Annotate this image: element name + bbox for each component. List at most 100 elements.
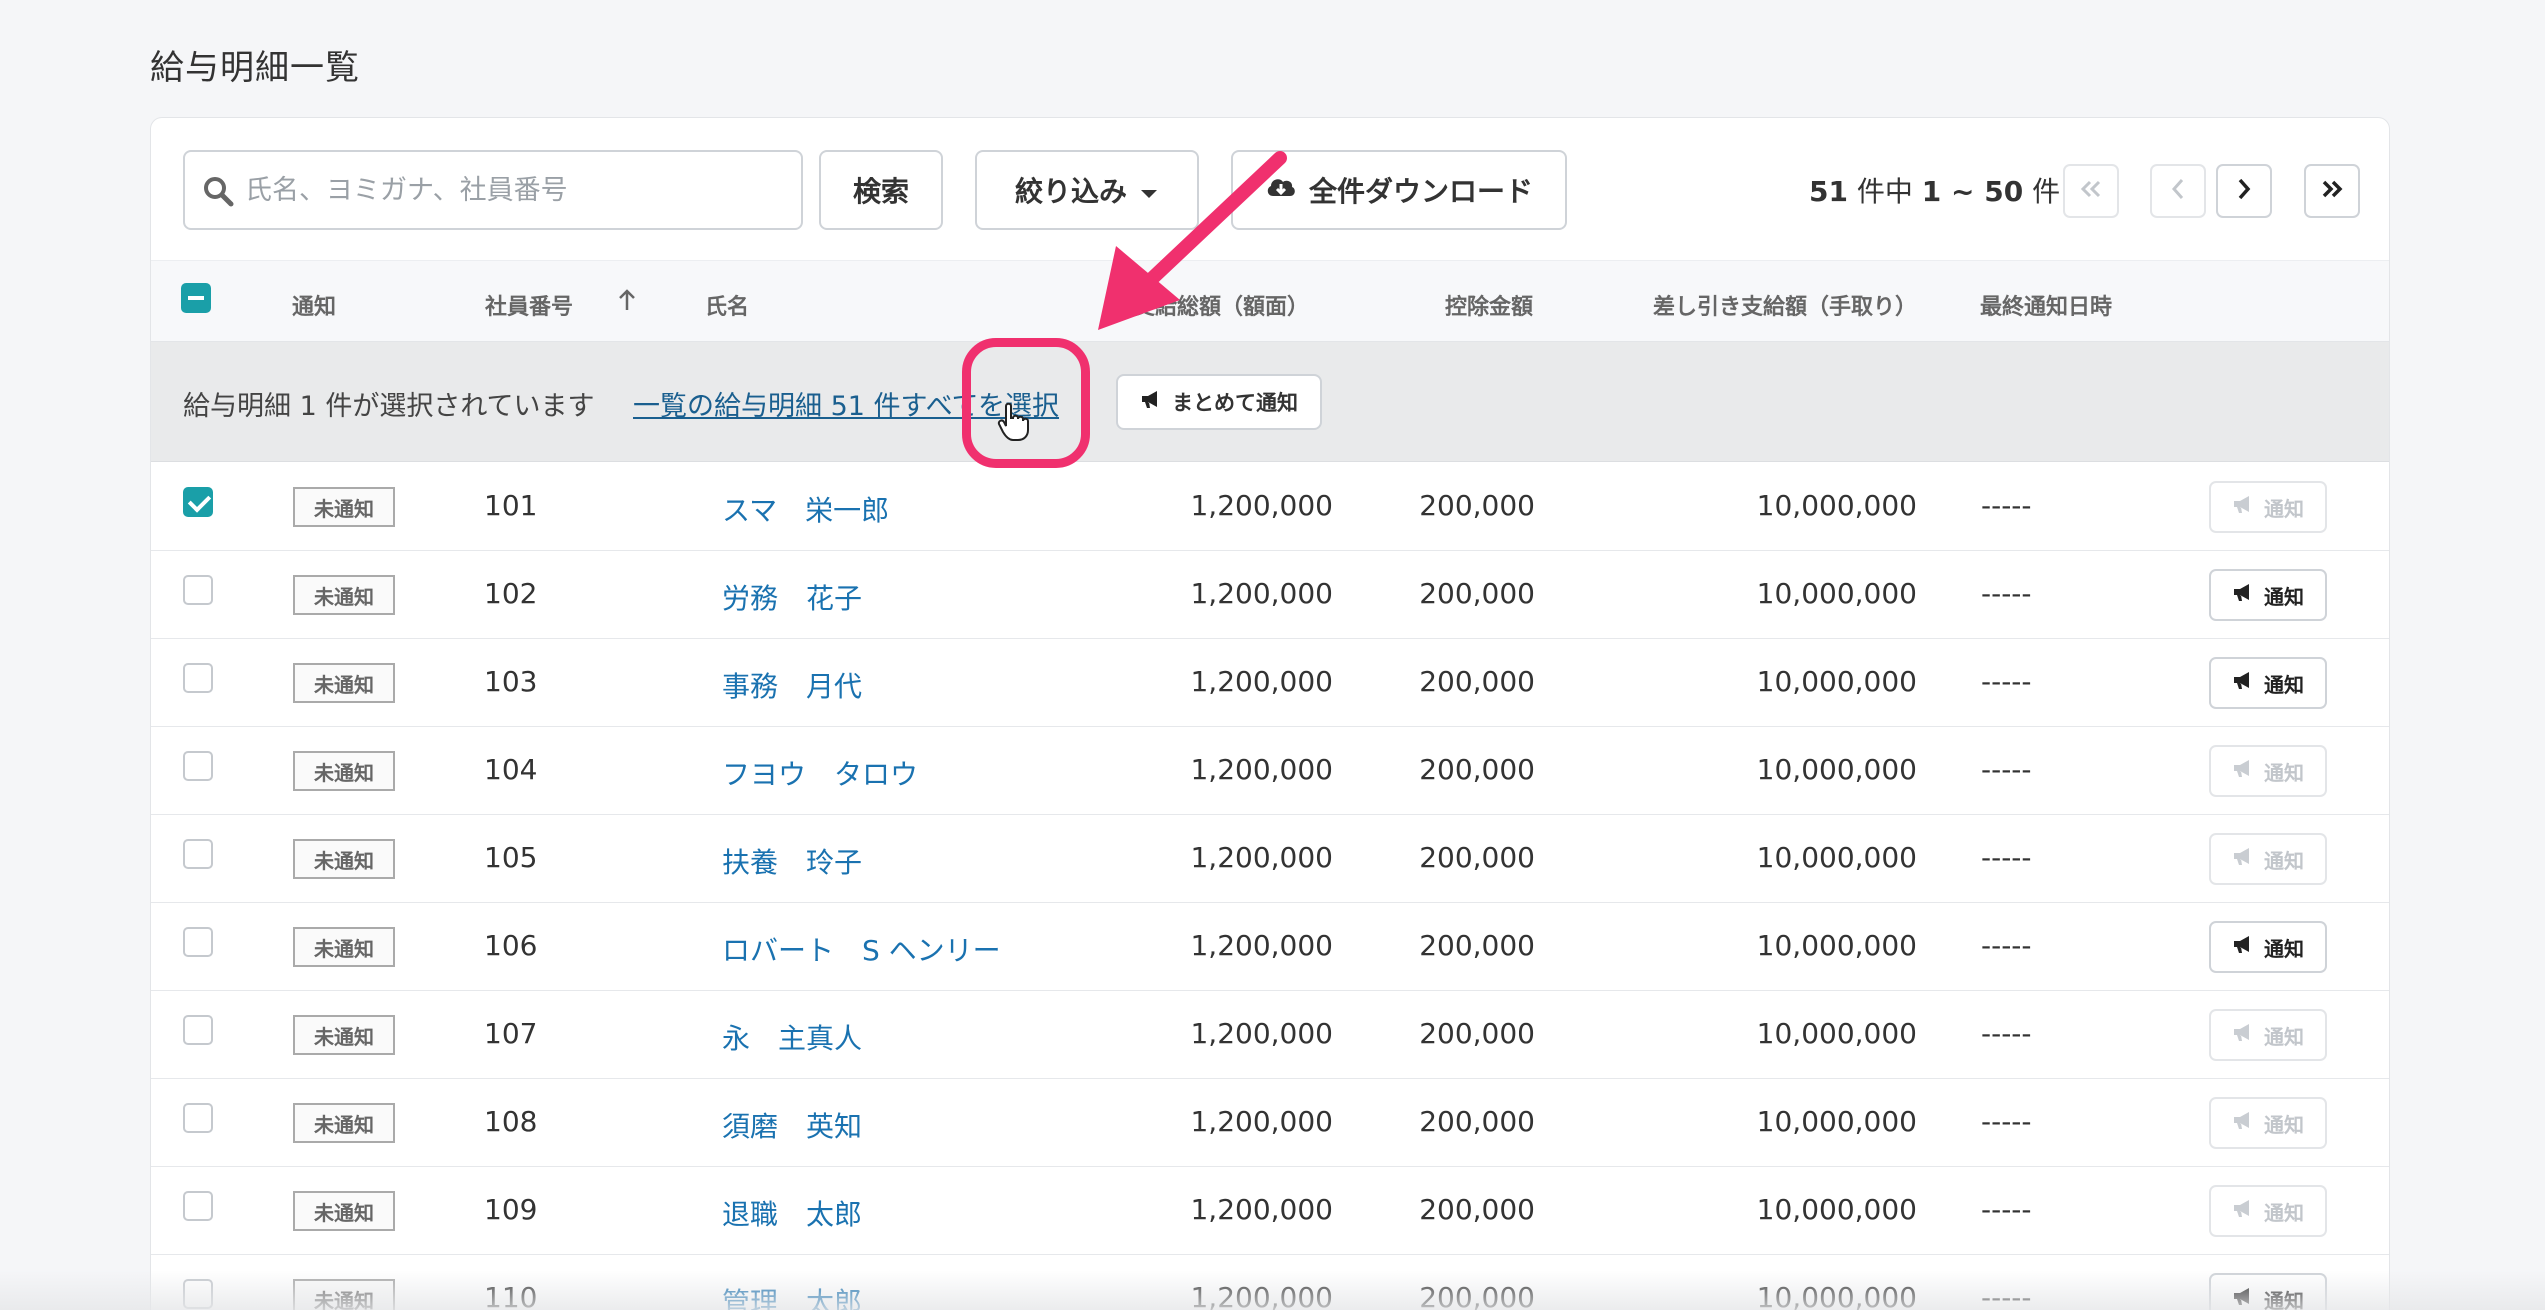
table-row[interactable]: 未通知 103 事務 月代 1,200,000 200,000 10,000,000 ---… xyxy=(151,639,2389,727)
notify-button[interactable]: 通知 xyxy=(2209,1185,2327,1237)
employee-no: 102 xyxy=(484,577,538,610)
count-mid: 件中 xyxy=(1847,175,1922,208)
row-checkbox[interactable] xyxy=(183,1191,213,1221)
row-checkbox[interactable] xyxy=(183,839,213,869)
table-row[interactable]: 未通知 101 スマ 栄一郎 1,200,000 200,000 10,000,000 --… xyxy=(151,463,2389,551)
employee-name-link[interactable]: 扶養 玲子 xyxy=(722,841,862,881)
header-employee-no[interactable]: 社員番号 xyxy=(485,289,573,321)
notify-label: 通知 xyxy=(2264,1202,2304,1225)
employee-no: 107 xyxy=(484,1017,538,1050)
last-notified: ----- xyxy=(1981,577,2032,610)
notify-button[interactable]: 通知 xyxy=(2209,1009,2327,1061)
row-checkbox[interactable] xyxy=(183,751,213,781)
employee-no: 103 xyxy=(484,665,538,698)
employee-name-link[interactable]: 労務 花子 xyxy=(722,577,862,617)
status-badge: 未通知 xyxy=(293,1191,395,1231)
next-page-button[interactable] xyxy=(2216,164,2272,218)
employee-name-link[interactable]: 永 主真人 xyxy=(722,1017,862,1057)
employee-name-link[interactable]: ロバート S ヘンリー xyxy=(722,929,1001,969)
table-row[interactable]: 未通知 104 フヨウ タロウ 1,200,000 200,000 10,000,000 -… xyxy=(151,727,2389,815)
deduction: 200,000 xyxy=(1419,665,1535,698)
record-count: 51 件中 1 ~ 50 件 xyxy=(1809,170,2060,210)
notify-button[interactable]: 通知 xyxy=(2209,657,2327,709)
gross-pay: 1,200,000 xyxy=(1190,1105,1333,1138)
last-page-button[interactable] xyxy=(2304,164,2360,218)
double-chevron-right-icon xyxy=(2320,179,2344,203)
megaphone-icon xyxy=(2232,1110,2254,1136)
status-badge: 未通知 xyxy=(293,575,395,615)
select-all-checkbox[interactable] xyxy=(181,283,211,313)
notify-button[interactable]: 通知 xyxy=(2209,569,2327,621)
deduction: 200,000 xyxy=(1419,841,1535,874)
chevron-right-icon xyxy=(2236,177,2252,205)
last-notified: ----- xyxy=(1981,1017,2032,1050)
megaphone-icon xyxy=(2232,1022,2254,1048)
notify-label: 通知 xyxy=(2264,498,2304,521)
employee-name-link[interactable]: 事務 月代 xyxy=(722,665,862,705)
status-badge: 未通知 xyxy=(293,1103,395,1143)
row-checkbox[interactable] xyxy=(183,575,213,605)
employee-name-link[interactable]: スマ 栄一郎 xyxy=(722,489,889,529)
row-checkbox[interactable] xyxy=(183,663,213,693)
notify-label: 通知 xyxy=(2264,586,2304,609)
net-pay: 10,000,000 xyxy=(1756,665,1917,698)
deduction: 200,000 xyxy=(1419,1193,1535,1226)
status-badge: 未通知 xyxy=(293,663,395,703)
search-button[interactable]: 検索 xyxy=(819,150,943,230)
header-last-notified: 最終通知日時 xyxy=(1980,295,2113,320)
last-notified: ----- xyxy=(1981,753,2032,786)
row-checkbox[interactable] xyxy=(183,487,213,517)
employee-name-link[interactable]: 須磨 英知 xyxy=(722,1105,862,1145)
last-notified: ----- xyxy=(1981,489,2032,522)
status-badge: 未通知 xyxy=(293,927,395,967)
hand-cursor-icon xyxy=(997,402,1029,441)
selection-text: 給与明細 1 件が選択されています xyxy=(183,391,595,422)
table-row[interactable]: 未通知 105 扶養 玲子 1,200,000 200,000 10,000,000 ---… xyxy=(151,815,2389,903)
megaphone-icon xyxy=(2232,846,2254,872)
last-notified: ----- xyxy=(1981,841,2032,874)
double-chevron-left-icon xyxy=(2079,179,2103,203)
gross-pay: 1,200,000 xyxy=(1190,753,1333,786)
megaphone-icon xyxy=(2232,934,2254,960)
search-field[interactable] xyxy=(183,150,803,230)
gross-pay: 1,200,000 xyxy=(1190,577,1333,610)
notify-button[interactable]: 通知 xyxy=(2209,1097,2327,1149)
row-checkbox[interactable] xyxy=(183,1015,213,1045)
notify-label: 通知 xyxy=(2264,762,2304,785)
table-row[interactable]: 未通知 106 ロバート S ヘンリー 1,200,000 200,000 10,000,… xyxy=(151,903,2389,991)
megaphone-icon xyxy=(2232,494,2254,520)
notify-button[interactable]: 通知 xyxy=(2209,921,2327,973)
employee-name-link[interactable]: フヨウ タロウ xyxy=(722,753,918,793)
count-suffix: 件 xyxy=(2023,175,2061,208)
deduction: 200,000 xyxy=(1419,577,1535,610)
deduction: 200,000 xyxy=(1419,753,1535,786)
notify-button[interactable]: 通知 xyxy=(2209,745,2327,797)
employee-no: 109 xyxy=(484,1193,538,1226)
gross-pay: 1,200,000 xyxy=(1190,1017,1333,1050)
notify-button[interactable]: 通知 xyxy=(2209,481,2327,533)
table-row[interactable]: 未通知 102 労務 花子 1,200,000 200,000 10,000,000 ---… xyxy=(151,551,2389,639)
arrow-up-icon[interactable] xyxy=(617,287,637,317)
megaphone-icon xyxy=(2232,582,2254,608)
employee-name-link[interactable]: 退職 太郎 xyxy=(722,1193,862,1233)
row-checkbox[interactable] xyxy=(183,927,213,957)
employee-no: 106 xyxy=(484,929,538,962)
notify-button[interactable]: 通知 xyxy=(2209,833,2327,885)
table-row[interactable]: 未通知 109 退職 太郎 1,200,000 200,000 10,000,000 ---… xyxy=(151,1167,2389,1255)
megaphone-icon xyxy=(2232,758,2254,784)
deduction: 200,000 xyxy=(1419,1017,1535,1050)
search-input[interactable] xyxy=(245,168,785,212)
prev-page-button[interactable] xyxy=(2150,164,2206,218)
bulk-notify-button[interactable]: まとめて通知 xyxy=(1116,374,1322,430)
first-page-button[interactable] xyxy=(2063,164,2119,218)
status-badge: 未通知 xyxy=(293,839,395,879)
table-row[interactable]: 未通知 108 須磨 英知 1,200,000 200,000 10,000,000 ---… xyxy=(151,1079,2389,1167)
last-notified: ----- xyxy=(1981,1193,2032,1226)
chevron-left-icon xyxy=(2170,177,2186,205)
status-badge: 未通知 xyxy=(293,1015,395,1055)
count-total: 51 xyxy=(1809,175,1848,208)
row-checkbox[interactable] xyxy=(183,1103,213,1133)
table-row[interactable]: 未通知 107 永 主真人 1,200,000 200,000 10,000,000 ---… xyxy=(151,991,2389,1079)
notify-label: 通知 xyxy=(2264,938,2304,961)
status-badge: 未通知 xyxy=(293,487,395,527)
